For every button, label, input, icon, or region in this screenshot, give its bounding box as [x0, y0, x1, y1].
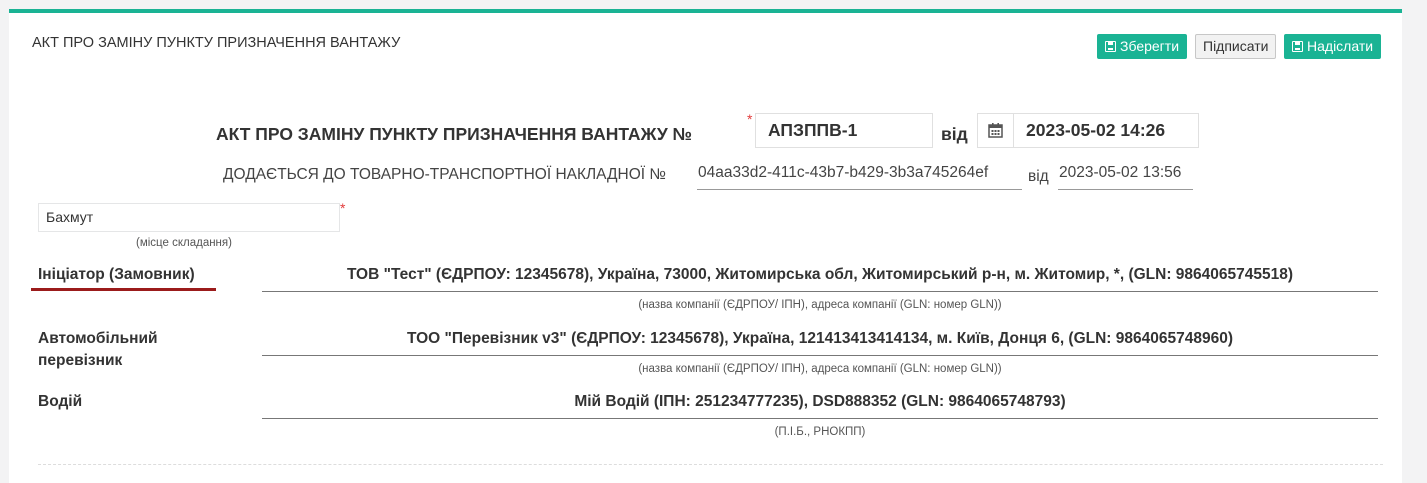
sign-button-label: Підписати — [1203, 38, 1269, 54]
ttn-number-field[interactable]: 04aa33d2-411c-43b7-b429-3b3a745264ef — [697, 160, 1022, 190]
send-button-label: Надіслати — [1307, 38, 1374, 54]
driver-label: Водій — [38, 393, 83, 410]
initiator-hint: (назва компанії (ЄДРПОУ/ ІПН), адреса ко… — [638, 299, 1002, 311]
calendar-addon[interactable] — [978, 114, 1014, 147]
calendar-icon — [988, 123, 1003, 138]
place-required-mark: * — [340, 200, 346, 216]
act-panel: АКТ ПРО ЗАМІНУ ПУНКТУ ПРИЗНАЧЕННЯ ВАНТАЖ… — [9, 9, 1402, 483]
section-divider — [38, 464, 1383, 465]
sign-button[interactable]: Підписати — [1195, 34, 1277, 59]
driver-hint: (П.І.Б., РНОКПП) — [774, 426, 866, 438]
ttn-prefix: ДОДАЄТЬСЯ ДО ТОВАРНО-ТРАНСПОРТНОЇ НАКЛАД… — [223, 166, 667, 183]
carrier-hint: (назва компанії (ЄДРПОУ/ ІПН), адреса ко… — [638, 363, 1002, 375]
driver-value[interactable]: Мій Водій (ІПН: 251234777235), DSD888352… — [262, 390, 1378, 419]
place-input[interactable]: Бахмут — [38, 203, 340, 232]
carrier-label: Автомобільний перевізник — [38, 328, 158, 372]
initiator-value[interactable]: ТОВ "Тест" (ЄДРПОУ: 12345678), Україна, … — [262, 263, 1378, 292]
initiator-underline — [31, 288, 216, 291]
panel-title: АКТ ПРО ЗАМІНУ ПУНКТУ ПРИЗНАЧЕННЯ ВАНТАЖ… — [32, 35, 401, 51]
save-button-label: Зберегти — [1120, 38, 1180, 54]
ttn-from-label: від — [1028, 168, 1049, 185]
floppy-disk-icon — [1105, 41, 1116, 52]
floppy-disk-icon — [1292, 41, 1303, 52]
carrier-label-line2: перевізник — [38, 352, 123, 369]
send-button[interactable]: Надіслати — [1284, 34, 1382, 59]
ttn-date-field[interactable]: 2023-05-02 13:56 — [1058, 160, 1193, 190]
initiator-label: Ініціатор (Замовник) — [38, 266, 195, 283]
save-button[interactable]: Зберегти — [1097, 34, 1188, 59]
place-hint: (місце складання) — [136, 237, 232, 249]
act-from-label: від — [941, 124, 968, 144]
act-date-value: 2023-05-02 14:26 — [1026, 120, 1166, 140]
act-number-input[interactable]: АПЗППВ-1 — [755, 113, 933, 148]
carrier-label-line1: Автомобільний — [38, 330, 158, 347]
act-date-picker[interactable]: 2023-05-02 14:26 — [977, 113, 1199, 148]
required-mark: * — [747, 111, 753, 127]
carrier-value[interactable]: ТОО "Перевізник v3" (ЄДРПОУ: 12345678), … — [262, 327, 1378, 356]
act-title: АКТ ПРО ЗАМІНУ ПУНКТУ ПРИЗНАЧЕННЯ ВАНТАЖ… — [216, 124, 693, 144]
